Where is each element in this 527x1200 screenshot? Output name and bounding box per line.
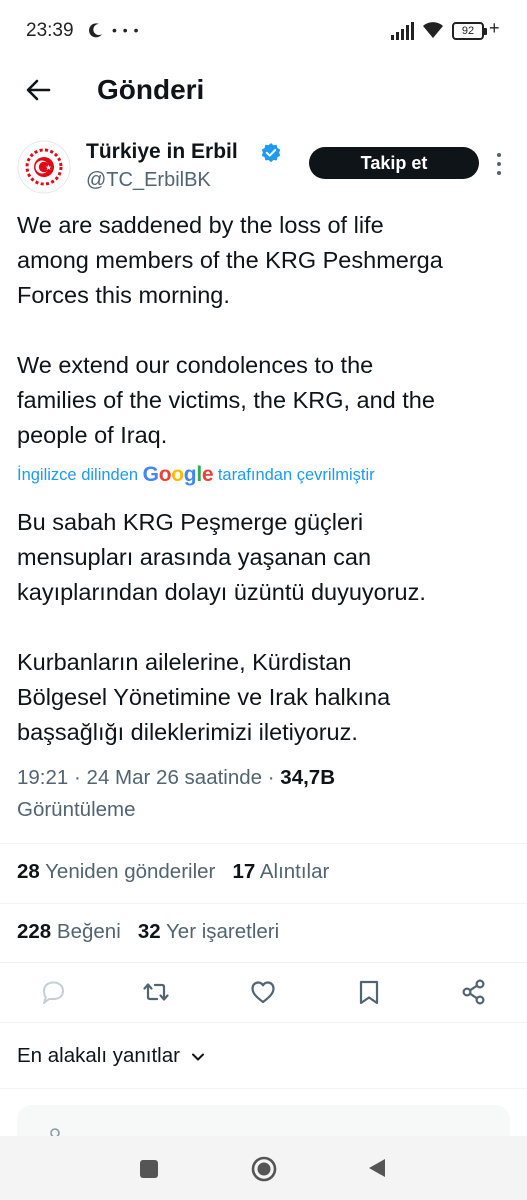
- home-icon[interactable]: [251, 1156, 277, 1182]
- bookmarks-label: Yer işaretleri: [166, 920, 280, 943]
- post-text-translated: Bu sabah KRG Peşmerge güçleri mensupları…: [17, 509, 426, 745]
- bookmarks-count: 32: [137, 920, 161, 943]
- top-bar: Gönderi: [0, 60, 527, 122]
- bookmark-icon[interactable]: [355, 978, 383, 1006]
- status-dots: • • •: [112, 22, 140, 38]
- chevron-down-icon: [191, 1053, 204, 1061]
- divider: [0, 843, 527, 844]
- share-icon[interactable]: [460, 978, 488, 1006]
- reposts-count: 28: [17, 860, 40, 883]
- bookmarks-stat[interactable]: 32 Yer işaretleri: [138, 920, 279, 943]
- stats-row-reposts: 28 Yeniden gönderiler 17 Alıntılar: [17, 860, 329, 884]
- divider: [0, 962, 527, 963]
- like-icon[interactable]: [249, 978, 277, 1006]
- charging-plus-icon: +: [489, 18, 500, 38]
- status-time: 23:39: [26, 20, 74, 41]
- meta-separator: ·: [267, 766, 275, 789]
- more-vertical-icon[interactable]: [493, 151, 505, 177]
- quotes-stat[interactable]: 17 Alıntılar: [232, 860, 329, 883]
- views-count: 34,7B: [280, 766, 336, 789]
- google-logo: Google: [142, 463, 214, 486]
- signal-icon: [391, 22, 414, 40]
- follow-button[interactable]: Takip et: [309, 147, 479, 179]
- divider: [0, 1022, 527, 1023]
- recents-icon[interactable]: [140, 1160, 158, 1178]
- views-label: Görüntüleme: [17, 798, 136, 821]
- likes-stat[interactable]: 228 Beğeni: [17, 920, 121, 943]
- repost-icon[interactable]: [142, 978, 170, 1006]
- divider: [0, 903, 527, 904]
- quotes-count: 17: [232, 860, 256, 883]
- reposts-stat[interactable]: 28 Yeniden gönderiler: [17, 860, 215, 883]
- translate-prefix: İngilizce dilinden: [17, 466, 139, 484]
- post-date[interactable]: 24 Mar 26 saatinde: [87, 766, 263, 789]
- reply-icon[interactable]: [39, 978, 67, 1006]
- system-nav-bar: [0, 1136, 527, 1200]
- arrow-left-icon[interactable]: [22, 74, 54, 106]
- translate-suffix: tarafından çevrilmiştir: [217, 466, 375, 484]
- likes-count: 228: [17, 920, 52, 943]
- reposts-label: Yeniden gönderiler: [45, 860, 216, 883]
- back-triangle-icon[interactable]: [367, 1157, 387, 1179]
- replies-sort-label: En alakalı yanıtlar: [17, 1044, 180, 1067]
- wifi-icon: [423, 22, 443, 38]
- stats-row-likes: 228 Beğeni 32 Yer işaretleri: [17, 920, 279, 944]
- replies-sort-dropdown[interactable]: En alakalı yanıtlar: [17, 1044, 206, 1068]
- post-time[interactable]: 19:21: [17, 766, 68, 789]
- page-title: Gönderi: [97, 74, 205, 105]
- meta-separator: ·: [74, 766, 81, 789]
- status-bar: 23:39 • • • 92 +: [0, 0, 527, 60]
- battery-icon: 92: [452, 22, 487, 40]
- author-handle[interactable]: @TC_ErbilBK: [86, 169, 211, 192]
- post-text-original: We are saddened by the loss of life amon…: [17, 212, 443, 448]
- likes-label: Beğeni: [56, 920, 121, 943]
- translation-attribution[interactable]: İngilizce dilinden Google tarafından çev…: [17, 463, 375, 487]
- avatar[interactable]: [17, 140, 71, 194]
- quotes-label: Alıntılar: [259, 860, 330, 883]
- author-name[interactable]: Türkiye in Erbil: [86, 140, 238, 164]
- moon-icon: [89, 23, 102, 38]
- divider: [0, 1088, 527, 1089]
- verified-badge-icon: [261, 143, 281, 163]
- post-meta: 19:21 · 24 Mar 26 saatinde · 34,7B: [17, 766, 335, 790]
